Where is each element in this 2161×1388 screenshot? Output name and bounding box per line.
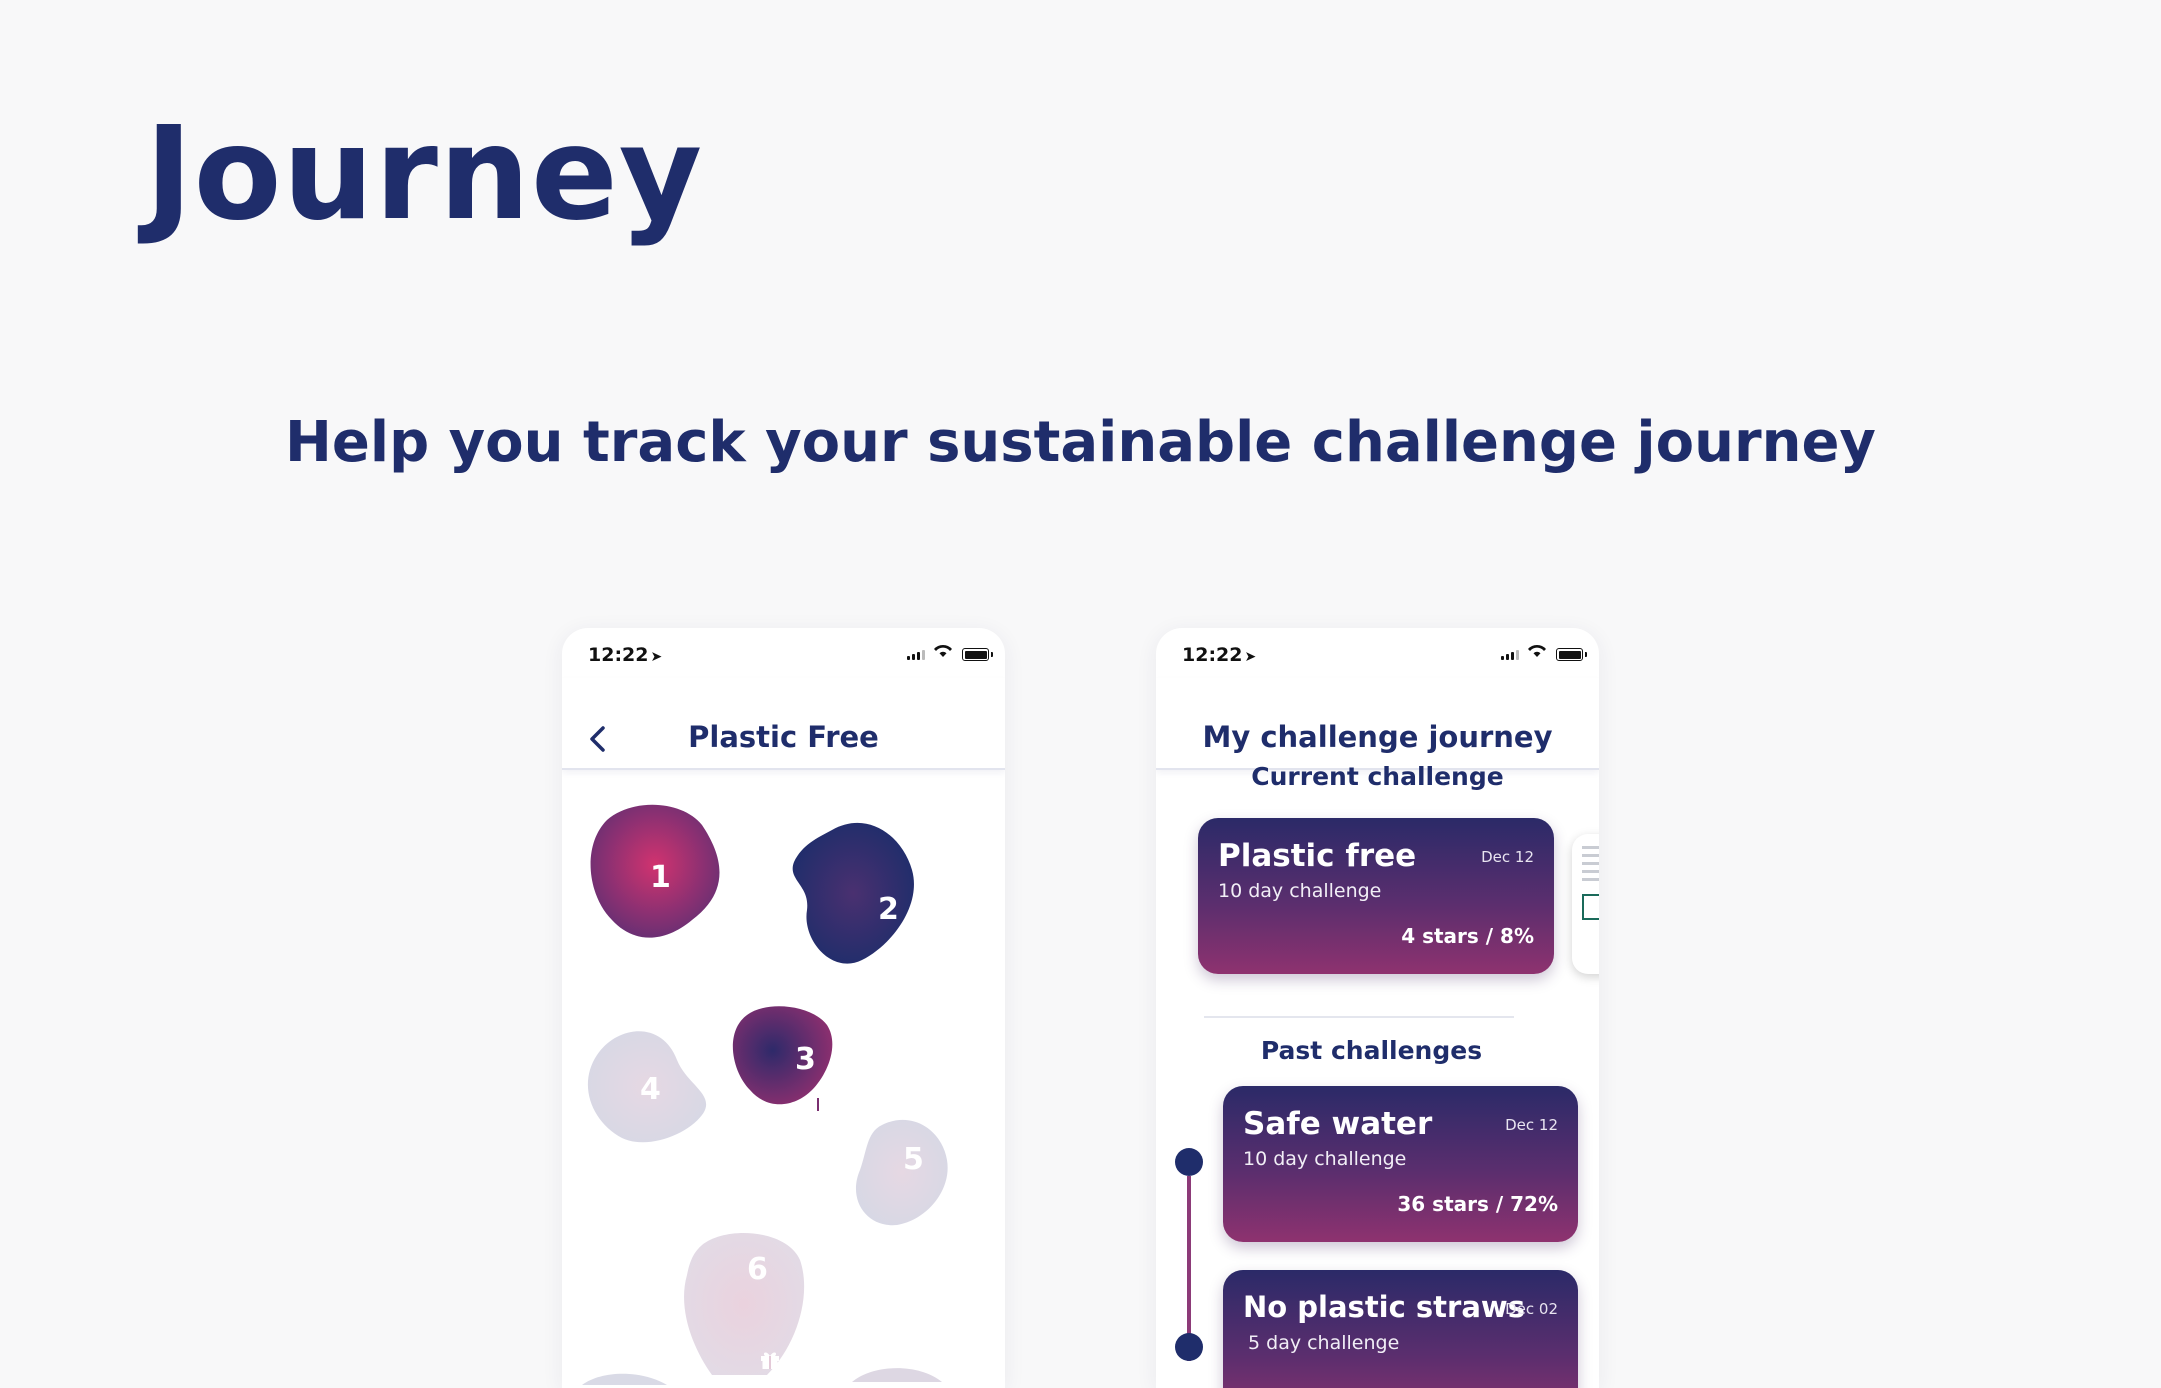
wifi-icon [933,643,953,663]
gift-icon [809,1094,827,1111]
page-title: Journey [145,100,704,249]
gift-icon [761,1352,779,1369]
card-subtitle: 10 day challenge [1218,880,1382,902]
current-challenge-heading: Current challenge [1251,762,1504,791]
card-title: Plastic free [1218,838,1417,874]
signal-icon [1501,650,1519,660]
status-bar: 12:22 ➤ [562,628,1005,678]
location-arrow-icon: ➤ [650,649,663,665]
battery-cap [991,652,993,657]
step-label-4: 4 [640,1072,661,1107]
battery-cap [1585,652,1587,657]
battery-icon [1556,648,1583,661]
location-arrow-icon: ➤ [1244,649,1257,665]
past-challenges-heading: Past challenges [1260,1036,1483,1065]
page-subtitle: Help you track your sustainable challeng… [285,410,1876,475]
step-label-1: 1 [650,860,671,895]
nav-title: My challenge journey [1202,720,1553,754]
card-date: Dec 12 [1481,848,1534,866]
timeline-dot [1175,1333,1203,1361]
timeline-dot [1175,1148,1203,1176]
card-date: Dec 12 [1505,1116,1558,1134]
phone-plastic-free: 12:22 ➤ Plastic Free 1 2 3 4 5 6 [562,628,1005,1388]
card-title: No plastic straws [1243,1290,1525,1324]
wifi-icon [1527,643,1547,663]
current-challenge-card[interactable]: Plastic free Dec 12 10 day challenge 4 s… [1198,818,1554,974]
card-stats: 36 stars / 72% [1397,1192,1558,1216]
qr-icon [1582,894,1599,920]
next-card-peek[interactable] [1572,834,1599,974]
battery-icon [962,648,989,661]
status-time: 12:22 ➤ [1182,644,1257,666]
card-subtitle: 10 day challenge [1243,1148,1407,1170]
step-blob-6 [684,1233,805,1375]
status-bar: 12:22 ➤ [1156,628,1599,678]
section-divider [1204,1016,1514,1018]
nav-bar: My challenge journey [1156,678,1599,770]
step-blob-8 [852,1368,942,1382]
past-challenge-card[interactable]: Safe water Dec 12 10 day challenge 36 st… [1223,1086,1578,1242]
card-title: Safe water [1243,1106,1433,1142]
step-label-2: 2 [878,892,899,927]
step-label-5: 5 [903,1142,924,1177]
card-date: Dec 02 [1505,1300,1558,1318]
signal-icon [907,650,925,660]
nav-bar: Plastic Free [562,678,1005,770]
nav-title: Plastic Free [688,720,879,754]
challenge-map-art [582,804,948,1385]
status-time: 12:22 ➤ [588,644,663,666]
step-blob-5 [855,1119,948,1226]
phone-challenge-journey: 12:22 ➤ My challenge journey Current chal… [1156,628,1599,1388]
step-label-3: 3 [795,1042,816,1077]
peek-text-lines [1582,846,1599,886]
past-challenge-card[interactable]: No plastic straws Dec 02 5 day challenge [1223,1270,1578,1388]
step-blob-7 [582,1373,667,1385]
challenge-map: 1 2 3 4 5 6 [562,770,1005,1388]
card-stats: 4 stars / 8% [1401,924,1534,948]
step-label-6: 6 [747,1252,768,1287]
